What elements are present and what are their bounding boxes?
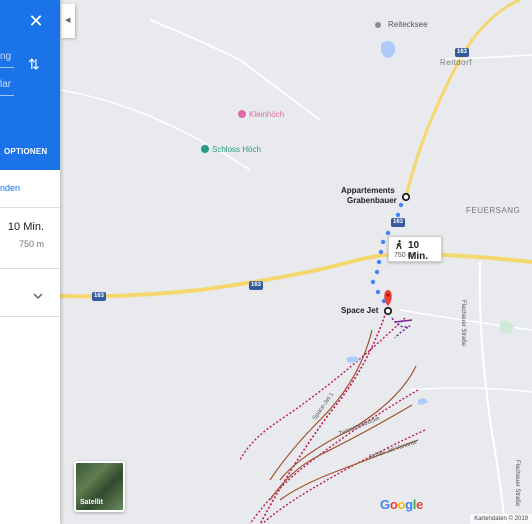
walking-distance: 750 m xyxy=(394,252,414,259)
walking-person-icon xyxy=(395,240,402,250)
place-reitdorf: Reitdorf xyxy=(440,58,473,67)
destination-input[interactable]: lar xyxy=(0,74,14,96)
divider xyxy=(0,316,60,317)
collapse-panel-button[interactable]: ◀ xyxy=(61,4,75,38)
label-appartements-line1: Appartements xyxy=(341,186,395,195)
schloss-poi-icon xyxy=(201,145,209,153)
origin-marker xyxy=(401,192,411,202)
route-time: 10 Min. xyxy=(7,221,44,233)
map-canvas[interactable] xyxy=(0,0,532,524)
destination-marker xyxy=(383,306,393,316)
google-logo: Google xyxy=(380,497,424,512)
walking-time-callout[interactable]: 10 Min. 750 m xyxy=(388,236,442,262)
directions-panel: ✕ ng lar ⇅ OPTIONEN nden 10 Min. 750 m xyxy=(0,0,60,524)
road-label-flachauer: Flachauer Straße xyxy=(514,460,520,507)
route-distance: 750 m xyxy=(18,239,44,249)
origin-input[interactable]: ng xyxy=(0,46,14,68)
poi-schloss-hoch[interactable]: Schloss Höch xyxy=(212,145,261,154)
place-feuersang: FEUERSANG xyxy=(466,206,521,215)
chevron-down-icon[interactable] xyxy=(32,290,44,302)
chevron-left-icon: ◀ xyxy=(65,17,71,24)
label-space-jet: Space Jet xyxy=(341,306,379,315)
road-shield-163: 163 xyxy=(391,218,406,227)
divider xyxy=(0,207,60,208)
options-button[interactable]: OPTIONEN xyxy=(4,147,47,156)
reitecksee-poi-icon xyxy=(375,22,381,28)
road-shield-163: 163 xyxy=(455,48,470,57)
place-reitecksee: Reitecksee xyxy=(388,20,428,29)
directions-header: ✕ ng lar ⇅ OPTIONEN xyxy=(0,0,60,170)
road-shield-163: 163 xyxy=(92,292,107,301)
swap-icon[interactable]: ⇅ xyxy=(28,56,40,73)
send-directions-link[interactable]: nden xyxy=(0,183,60,193)
poi-kleinhoch[interactable]: Kleinhöch xyxy=(249,110,284,119)
kleinhoch-poi-icon xyxy=(238,110,246,118)
label-appartements-line2: Grabenbauer xyxy=(347,196,397,205)
satellite-layer-toggle[interactable]: Satellit xyxy=(74,461,125,512)
satellite-label: Satellit xyxy=(80,499,103,506)
road-label-flachauer: Flachauer Straße xyxy=(460,300,466,347)
road-shield-163: 163 xyxy=(249,281,264,290)
close-icon[interactable]: ✕ xyxy=(27,12,45,30)
divider xyxy=(0,268,60,269)
map-attribution[interactable]: Kartendaten © 2019 xyxy=(470,514,532,524)
